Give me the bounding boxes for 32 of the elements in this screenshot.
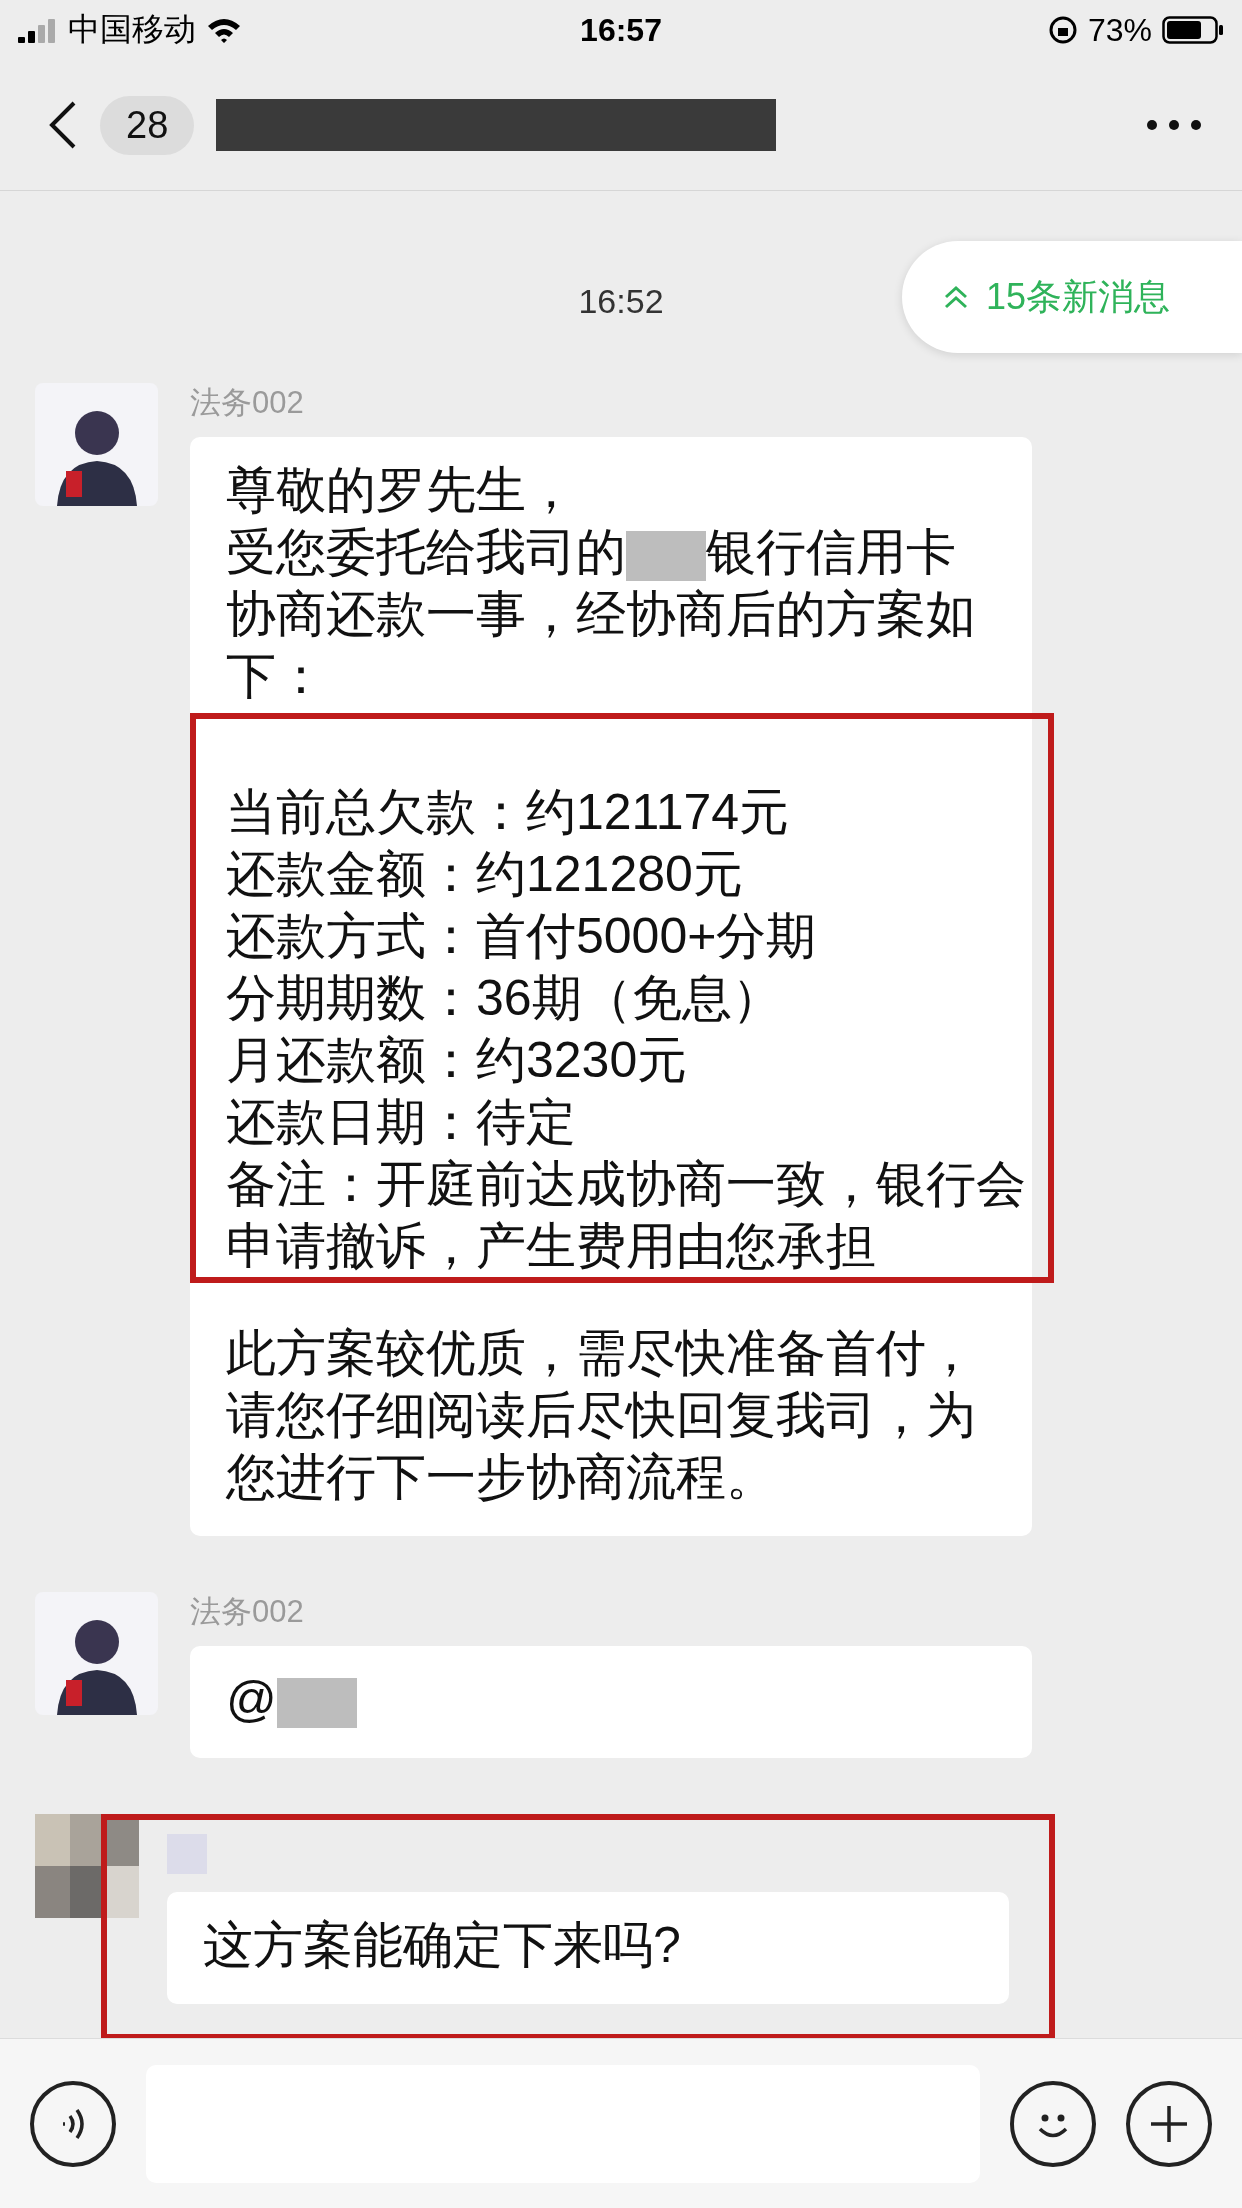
wifi-icon	[206, 16, 242, 44]
battery-percent: 73%	[1087, 11, 1152, 49]
plan-item: 还款日期：待定	[226, 1093, 577, 1152]
rotation-lock-icon	[1047, 15, 1078, 45]
plan-item: 备注：开庭前达成协商一致，银行会申请撤诉，产生费用由您承担	[226, 1155, 1027, 1276]
plan-item: 还款方式：首付5000+分期	[226, 907, 818, 966]
message-text: 这方案能确定下来吗?	[203, 1916, 682, 1975]
sender-name: 法务002	[190, 384, 305, 422]
signal-icon	[18, 17, 58, 43]
message-text: 尊敬的罗先生，	[226, 461, 577, 520]
status-time: 16:57	[580, 11, 662, 49]
sender-name: 法务002	[190, 1593, 305, 1631]
pixelated-avatar[interactable]	[35, 1814, 139, 1918]
battery-icon	[1162, 16, 1224, 44]
voice-button[interactable]	[30, 2080, 116, 2167]
avatar[interactable]	[35, 383, 158, 506]
message-text: 此方案较优质，需尽快准备首付，请您仔细阅读后尽快回复我司，为您进行下一步协商流程。	[226, 1324, 977, 1507]
message-text: 受您委托给我司的 银行信用卡协商还款一事，经协商后的方案如下：	[226, 523, 977, 706]
emoji-button[interactable]	[1010, 2080, 1096, 2167]
unread-count[interactable]: 28	[100, 95, 195, 155]
plan-item: 月还款额：约3230元	[226, 1031, 689, 1090]
avatar[interactable]	[35, 1592, 158, 1715]
add-button[interactable]	[1126, 2080, 1212, 2167]
double-chevron-up-icon	[942, 283, 970, 311]
message-time: 16:52	[578, 281, 664, 321]
plan-item: 当前总欠款：约121174元	[226, 783, 791, 842]
plan-item: 分期期数：36期（免息）	[226, 969, 783, 1028]
more-icon[interactable]	[1146, 119, 1202, 131]
message-text: @	[226, 1668, 996, 1730]
plan-item: 还款金额：约121280元	[226, 845, 744, 904]
carrier-name: 中国移动	[68, 10, 196, 49]
back-icon[interactable]	[48, 100, 78, 150]
